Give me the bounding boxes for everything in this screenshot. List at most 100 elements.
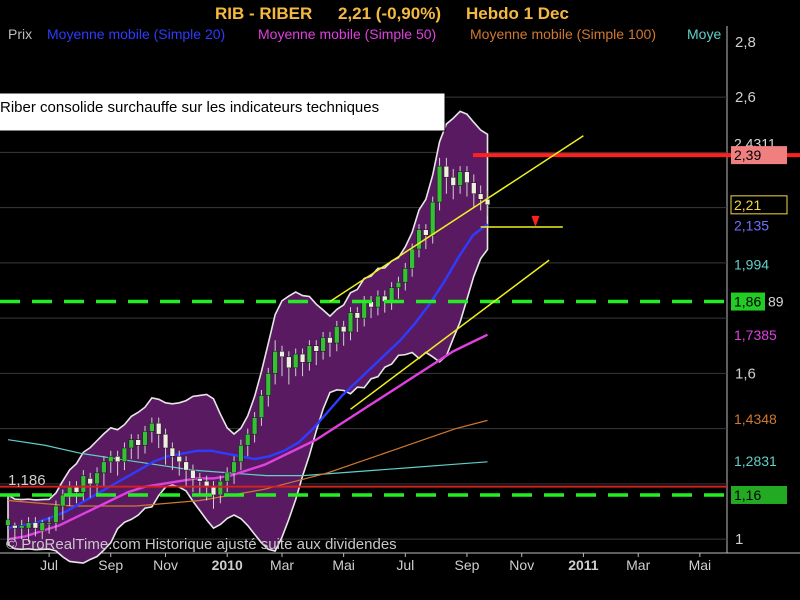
- candle-body: [176, 456, 182, 463]
- price-chart: 2,8 2,6 1,6 1 Jul Sep Nov 2010 Mar Mai Jul Sep Nov 20…: [0, 0, 800, 600]
- x-tick-label: Nov: [509, 557, 534, 573]
- candle-body: [94, 472, 100, 485]
- x-tick-label: Sep: [454, 557, 479, 573]
- legend-item: Prix: [8, 26, 32, 42]
- candle-body: [12, 525, 18, 529]
- candle-body: [341, 326, 347, 333]
- candle-body: [190, 469, 196, 479]
- candle-body: [450, 176, 456, 186]
- candle-body: [388, 287, 395, 302]
- candle-body: [149, 422, 155, 432]
- candle-body: [395, 281, 402, 288]
- legend-item: Moyenne mobile (Simple 50): [258, 26, 436, 42]
- price-tag-label: 1,7385: [734, 327, 777, 343]
- candle-body: [299, 353, 306, 363]
- candle-body: [347, 312, 354, 333]
- legend-item: Moyenne mobile (Simple 100): [470, 26, 656, 42]
- x-tick-label: Mar: [626, 557, 650, 573]
- candle-body: [19, 525, 25, 529]
- candle-body: [443, 165, 450, 178]
- candle-body: [114, 456, 121, 463]
- candle-body: [108, 456, 114, 463]
- candle-body: [162, 433, 169, 449]
- chart-legend: Prix Moyenne mobile (Simple 20) Moyenne mo…: [8, 26, 721, 42]
- candle-body: [197, 478, 203, 482]
- price-tag-label: 2,21: [734, 197, 761, 213]
- x-tick-label: Mai: [689, 557, 712, 573]
- x-tick-label: Nov: [153, 557, 178, 573]
- x-tick-label: Mar: [270, 557, 294, 573]
- watermark-text: © ProRealTime.com Historique ajusté suit…: [6, 536, 397, 553]
- candle-body: [279, 351, 285, 358]
- x-tick-label: Jul: [40, 557, 58, 573]
- y-tick-label: 1,6: [735, 365, 756, 382]
- candle-body: [121, 447, 128, 463]
- candle-body: [135, 439, 141, 446]
- candle-body: [156, 422, 162, 435]
- candle-body: [142, 431, 148, 446]
- candle-body: [251, 417, 258, 435]
- candle-body: [217, 480, 223, 496]
- candle-body: [224, 472, 230, 482]
- price-tag-label: 2,135: [734, 218, 769, 234]
- price-tag-label: 1,994: [734, 257, 769, 273]
- price-tag-label: 1,4348: [734, 411, 777, 427]
- candle-body: [272, 351, 278, 374]
- x-tick-label: 2010: [212, 557, 243, 573]
- left-level-label: 1,186: [8, 472, 46, 489]
- candle-body: [430, 201, 436, 236]
- candle-body: [80, 475, 86, 493]
- chart-period: Hebdo 1 Dec: [466, 4, 569, 23]
- x-tick-label: 2011: [568, 557, 599, 573]
- candle-body: [231, 461, 237, 474]
- candle-body: [306, 345, 313, 363]
- candle-body: [238, 444, 244, 463]
- candle-body: [354, 312, 361, 319]
- candle-body: [402, 268, 408, 283]
- candle-body: [320, 337, 326, 352]
- candle-body: [478, 193, 484, 200]
- candle-body: [25, 522, 32, 529]
- candle-body: [53, 505, 59, 523]
- candle-body: [361, 301, 367, 319]
- candle-body: [457, 171, 463, 186]
- candle-body: [169, 447, 176, 457]
- price-tag-label: 1,16: [734, 487, 761, 503]
- candle-body: [39, 522, 45, 532]
- annotation-text: Riber consolide surchauffe sur les indic…: [0, 99, 379, 116]
- candle-body: [128, 439, 134, 449]
- candle-body: [436, 165, 443, 203]
- chart-symbol: RIB - RIBER: [215, 4, 312, 23]
- candle-body: [416, 229, 422, 250]
- candle-body: [375, 295, 381, 308]
- candle-body: [32, 522, 39, 529]
- candle-body: [258, 395, 265, 418]
- candle-body: [46, 522, 52, 525]
- candle-body: [183, 461, 189, 471]
- candle-body: [286, 356, 292, 369]
- y-tick-label: 2,6: [735, 89, 756, 106]
- legend-item: Moye: [687, 26, 721, 42]
- chart-stage: 2,8 2,6 1,6 1 Jul Sep Nov 2010 Mar Mai Jul Sep Nov 20…: [0, 0, 800, 600]
- candle-body: [423, 229, 429, 236]
- y-tick-label: 1: [735, 531, 743, 548]
- price-tag-label: 1,2831: [734, 453, 777, 469]
- x-tick-label: Mai: [332, 557, 355, 573]
- candle-body: [471, 182, 477, 195]
- candle-body: [464, 171, 470, 183]
- y-tick-label: 2,8: [735, 34, 756, 51]
- candle-body: [245, 433, 251, 446]
- chart-price-change: 2,21 (-0,90%): [338, 4, 441, 23]
- candle-body: [409, 248, 415, 269]
- price-tag-label: 89: [768, 294, 784, 310]
- price-tag-label: 2,39: [734, 147, 761, 163]
- legend-item: Moyenne mobile (Simple 20): [47, 26, 225, 42]
- candle-body: [5, 519, 11, 526]
- candle-body: [293, 353, 299, 369]
- candle-body: [87, 478, 93, 485]
- x-tick-label: Jul: [396, 557, 414, 573]
- candle-body: [265, 373, 271, 396]
- candle-body: [327, 337, 333, 344]
- x-tick-label: Sep: [98, 557, 123, 573]
- candle-body: [313, 345, 319, 352]
